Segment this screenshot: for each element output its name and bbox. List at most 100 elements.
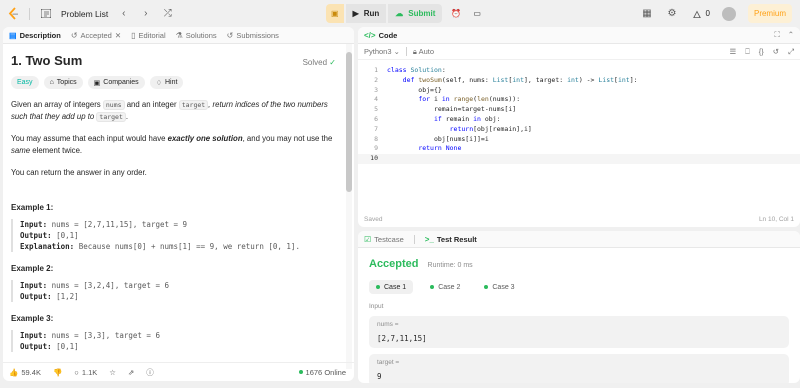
bookmark-icon[interactable]: ⎕: [745, 47, 750, 57]
code-icon: </>: [364, 30, 376, 40]
tab-editorial[interactable]: ▯ Editorial: [131, 31, 166, 40]
history-icon: ↺: [226, 30, 234, 40]
input-label: Input: [369, 303, 384, 310]
result-content: Accepted Runtime: 0 ms Case 1 Case 2 Cas…: [358, 248, 800, 383]
editor-toolbar: Python3 ⌄ 🔒︎ Auto ☰ ⎕ {} ↺ ⤢: [358, 44, 800, 60]
debug-button[interactable]: ▣: [326, 4, 344, 23]
result-panel: ☑ Testcase >_ Test Result Accepted Runtime…: [358, 231, 800, 383]
problem-list-link[interactable]: Problem List: [61, 9, 108, 19]
pass-dot: [484, 285, 489, 289]
runtime: Runtime: 0 ms: [427, 262, 473, 269]
example-block: Input: nums = [2,7,11,15], target = 9 Ou…: [11, 219, 346, 252]
description-footer: 👍 59.4K 👎 ○ 1.1K ☆ ⇗ ⓘ 1676 Online: [3, 362, 354, 381]
result-tabs: ☑ Testcase >_ Test Result: [358, 231, 800, 248]
fullscreen-icon[interactable]: ⤢: [788, 47, 794, 57]
tab-accepted[interactable]: ↺ Accepted ✕: [71, 31, 121, 40]
format-icon[interactable]: ☰: [729, 47, 736, 57]
code-line: 7 return[obj[remain],i]: [374, 124, 532, 133]
topics-chip[interactable]: ⌂ Topics: [43, 76, 83, 89]
problem-note: You can return the answer in any order.: [11, 168, 147, 177]
code-line: 10: [358, 154, 800, 164]
note-icon: ▭: [473, 9, 481, 18]
case-tab[interactable]: Case 3: [477, 280, 521, 294]
chevron-left-icon[interactable]: ‹: [117, 7, 130, 20]
hint-chip[interactable]: ♢ Hint: [149, 76, 184, 89]
play-icon: ▶: [352, 9, 359, 18]
check-circle-icon: ✓: [329, 58, 336, 67]
maximize-icon[interactable]: ⛶: [774, 30, 779, 40]
avatar[interactable]: [721, 6, 736, 21]
solved-status: Solved ✓: [302, 58, 336, 67]
scrollbar[interactable]: [346, 44, 352, 369]
lock-icon: 🔒︎: [412, 46, 417, 56]
chevron-down-icon: ⌄: [393, 47, 400, 56]
case-tabs: Case 1 Case 2 Case 3: [369, 280, 789, 294]
problem-description: 1. Two Sum Solved ✓ Easy ⌂ Topics ▣ Compan…: [3, 44, 354, 362]
collapse-icon[interactable]: ⌃: [788, 30, 794, 40]
top-nav-bar: Problem List ‹ › ⤮ ▣ ▶ Run ☁ Submit ⏰ ▭ ▦ …: [0, 0, 800, 27]
leetcode-logo[interactable]: [8, 6, 20, 21]
code-tabs: </> Code ⛶ ⌃: [358, 27, 800, 44]
tab-submissions[interactable]: ↺ Submissions: [227, 31, 279, 40]
companies-chip[interactable]: ▣ Companies: [87, 76, 145, 89]
help-button[interactable]: ⓘ: [146, 367, 154, 378]
tag-icon: ⌂: [49, 79, 54, 86]
tab-code[interactable]: </> Code: [364, 31, 397, 40]
tab-testcase[interactable]: ☑ Testcase: [364, 235, 404, 244]
online-dot: [298, 370, 303, 374]
premium-button[interactable]: Premium: [747, 4, 792, 23]
code-line: 6 if remain in obj:: [374, 114, 501, 123]
reset-icon[interactable]: ↺: [773, 47, 779, 57]
code-line: 1 class Solution:: [374, 66, 446, 74]
param-box: nums = [2,7,11,15]: [369, 316, 789, 348]
alarm-button[interactable]: ⏰: [444, 4, 468, 23]
tab-test-result[interactable]: >_ Test Result: [425, 235, 477, 244]
example-block: Input: nums = [3,3], target = 6 Output: …: [11, 330, 346, 352]
code-line: 4 for i in range(len(nums)):: [374, 95, 521, 104]
chevron-right-icon[interactable]: ›: [139, 7, 152, 20]
comment-icon: ○: [74, 367, 79, 377]
pass-dot: [430, 285, 435, 289]
dislike-button[interactable]: 👎: [53, 368, 62, 377]
favorite-button[interactable]: ☆: [109, 368, 116, 377]
shuffle-icon[interactable]: ⤮: [161, 7, 174, 20]
submit-button[interactable]: ☁ Submit: [388, 4, 443, 23]
pass-dot: [376, 285, 380, 289]
verdict: Accepted: [369, 258, 419, 270]
tab-solutions[interactable]: ⚗ Solutions: [176, 31, 217, 40]
problem-assumption: You may assume that each input would hav…: [11, 134, 333, 155]
editor-status: Saved Ln 10, Col 1: [364, 215, 794, 223]
case-tab[interactable]: Case 1: [369, 280, 414, 294]
list-icon[interactable]: [39, 7, 52, 20]
case-tab[interactable]: Case 2: [423, 280, 467, 294]
streak-counter[interactable]: 🜂 0: [691, 7, 710, 21]
bug-icon: ▣: [331, 9, 339, 18]
like-button[interactable]: 👍 59.4K: [9, 368, 41, 377]
close-icon[interactable]: ✕: [115, 31, 121, 40]
difficulty-badge[interactable]: Easy: [11, 76, 39, 89]
code-editor[interactable]: 1 class Solution: 2 def twoSum(self, nums…: [358, 60, 800, 210]
share-button[interactable]: ⇗: [128, 368, 134, 377]
example-heading: Example 3:: [11, 314, 54, 323]
thumbs-up-icon: 👍: [9, 367, 19, 377]
braces-icon[interactable]: {}: [759, 47, 764, 57]
tab-description[interactable]: ▤ Description: [9, 31, 61, 40]
param-box: target = 9: [369, 354, 789, 383]
book-icon: ▯: [131, 30, 136, 40]
question-icon: ⓘ: [146, 367, 154, 377]
comments-button[interactable]: ○ 1.1K: [74, 368, 97, 377]
share-icon: ⇗: [128, 367, 135, 377]
run-button[interactable]: ▶ Run: [345, 4, 387, 23]
code-line: 2 def twoSum(self, nums: List[int], targ…: [374, 75, 638, 84]
layout-grid-icon[interactable]: ▦: [641, 7, 654, 20]
language-select[interactable]: Python3 ⌄: [364, 47, 400, 56]
notes-button[interactable]: ▭: [470, 4, 484, 23]
code-panel: </> Code ⛶ ⌃ Python3 ⌄ 🔒︎ Auto ☰ ⎕ {} ↺ ⤢…: [358, 27, 800, 227]
code-line: 3 obj={}: [374, 85, 442, 94]
gear-icon[interactable]: ⚙: [666, 7, 679, 20]
scrollbar-thumb[interactable]: [346, 52, 352, 192]
description-panel: ▤ Description ↺ Accepted ✕ ▯ Editorial ⚗ Solu…: [3, 27, 354, 381]
auto-toggle[interactable]: 🔒︎ Auto: [413, 47, 434, 57]
flask-icon: ⚗: [175, 30, 183, 40]
description-tabs: ▤ Description ↺ Accepted ✕ ▯ Editorial ⚗ Solu…: [3, 27, 354, 44]
